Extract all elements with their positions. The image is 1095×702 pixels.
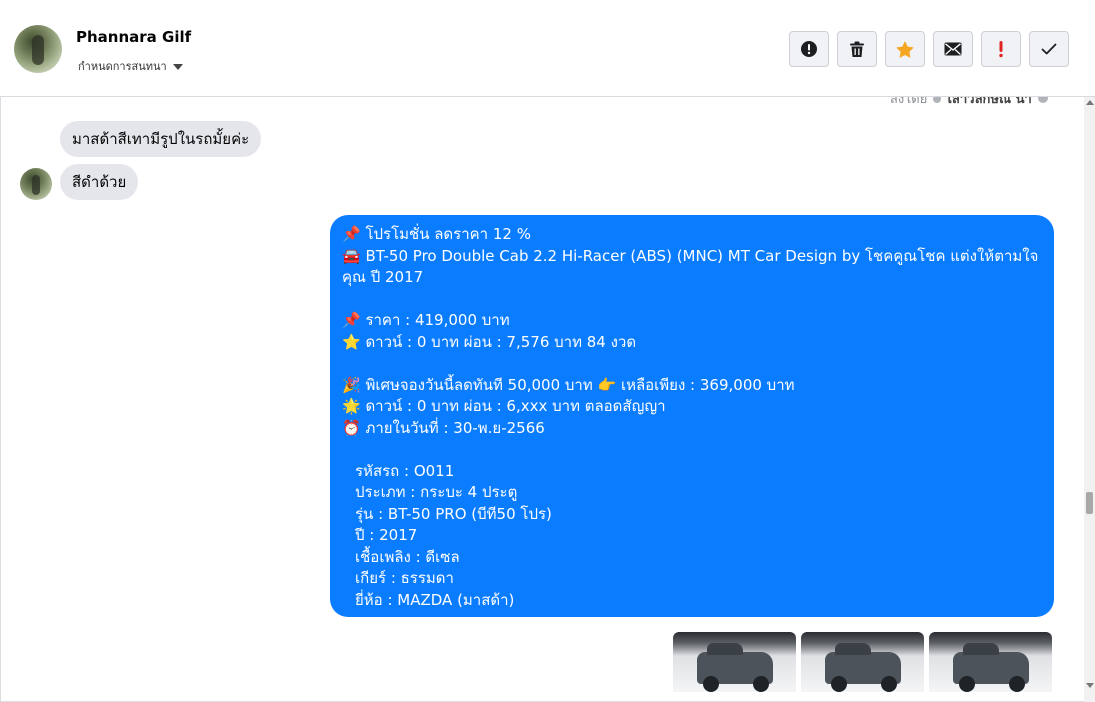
star-icon bbox=[896, 40, 914, 58]
sent-by-name: เสาวลักษณ์ น้ำ bbox=[947, 97, 1032, 107]
mark-important-button[interactable] bbox=[981, 31, 1021, 67]
mark-done-button[interactable] bbox=[1029, 31, 1069, 67]
message-line: 📌 ราคา : 419,000 บาท bbox=[342, 311, 510, 329]
conversation-header: Phannara Gilf กำหนดการสนทนา bbox=[0, 0, 1095, 97]
message-line: 🚘 BT-50 Pro Double Cab 2.2 Hi-Racer (ABS… bbox=[342, 246, 1039, 287]
incoming-message[interactable]: มาสด้าสีเทามีรูปในรถมั้ยค่ะ bbox=[60, 121, 262, 157]
scroll-down-arrow-icon[interactable] bbox=[1086, 683, 1094, 688]
car-photo-thumbnail[interactable] bbox=[801, 632, 924, 692]
message-line: ปี : 2017 bbox=[355, 526, 418, 544]
conversation-settings-label: กำหนดการสนทนา bbox=[78, 60, 167, 73]
contact-name[interactable]: Phannara Gilf bbox=[76, 28, 191, 46]
mark-unread-button[interactable] bbox=[933, 31, 973, 67]
conversation-settings-dropdown[interactable]: กำหนดการสนทนา bbox=[78, 57, 183, 75]
alert-circle-icon bbox=[801, 41, 817, 57]
message-line: ⏰ ภายในวันที่ : 30-พ.ย-2566 bbox=[342, 418, 545, 437]
sender-avatar[interactable] bbox=[20, 168, 52, 200]
message-line: รหัสรถ : O011 bbox=[355, 461, 455, 480]
message-line: 🌟 ดาวน์ : 0 บาท ผ่อน : 6,xxx บาท ตลอดสัญ… bbox=[342, 397, 666, 415]
sender-dot-icon bbox=[933, 97, 942, 103]
sent-by-note: ส่งโดย เสาวลักษณ์ น้ำ bbox=[890, 97, 1048, 109]
message-line: ⭐ ดาวน์ : 0 บาท ผ่อน : 7,576 บาท 84 งวด bbox=[342, 332, 637, 351]
message-line: เกียร์ : ธรรมดา bbox=[355, 569, 454, 587]
check-icon bbox=[1041, 43, 1057, 55]
star-button[interactable] bbox=[885, 31, 925, 67]
sent-by-prefix: ส่งโดย bbox=[890, 97, 928, 107]
message-line: รุ่น : BT-50 PRO (บีที50 โปร) bbox=[355, 504, 552, 523]
report-button[interactable] bbox=[789, 31, 829, 67]
car-photo-thumbnail[interactable] bbox=[673, 632, 796, 692]
scrollbar[interactable] bbox=[1084, 97, 1095, 702]
message-thread[interactable]: ส่งโดย เสาวลักษณ์ น้ำ มาสด้าสีเทามีรูปใน… bbox=[0, 97, 1084, 702]
exclamation-icon bbox=[999, 41, 1003, 58]
delete-button[interactable] bbox=[837, 31, 877, 67]
star-shape bbox=[896, 40, 914, 58]
scrollbar-thumb[interactable] bbox=[1086, 492, 1093, 514]
envelope-icon bbox=[944, 42, 962, 56]
message-line bbox=[342, 353, 1042, 375]
scroll-up-arrow-icon[interactable] bbox=[1086, 100, 1094, 105]
message-line: ประเภท : กระบะ 4 ประตู bbox=[355, 483, 518, 501]
trash-icon bbox=[850, 41, 864, 57]
contact-avatar[interactable] bbox=[14, 25, 62, 73]
message-line: ยี่ห้อ : MAZDA (มาสด้า) bbox=[355, 590, 515, 609]
info-icon bbox=[1037, 97, 1048, 103]
action-toolbar bbox=[789, 31, 1069, 67]
message-line: 🎉 พิเศษจองวันนี้ลดทันที 50,000 บาท 👉 เหล… bbox=[342, 375, 795, 394]
message-line: 📌 โปรโมชั่น ลดราคา 12 % bbox=[342, 225, 531, 243]
car-photo-thumbnail[interactable] bbox=[929, 632, 1052, 692]
message-line: เชื้อเพลิง : ดีเซล bbox=[355, 547, 460, 566]
message-line bbox=[342, 289, 1042, 311]
incoming-message[interactable]: สีดำด้วย bbox=[60, 164, 139, 200]
message-line bbox=[342, 439, 1042, 461]
outgoing-message[interactable]: 📌 โปรโมชั่น ลดราคา 12 % 🚘 BT-50 Pro Doub… bbox=[330, 215, 1054, 617]
caret-down-icon bbox=[172, 63, 183, 70]
photo-attachments bbox=[673, 632, 1052, 692]
